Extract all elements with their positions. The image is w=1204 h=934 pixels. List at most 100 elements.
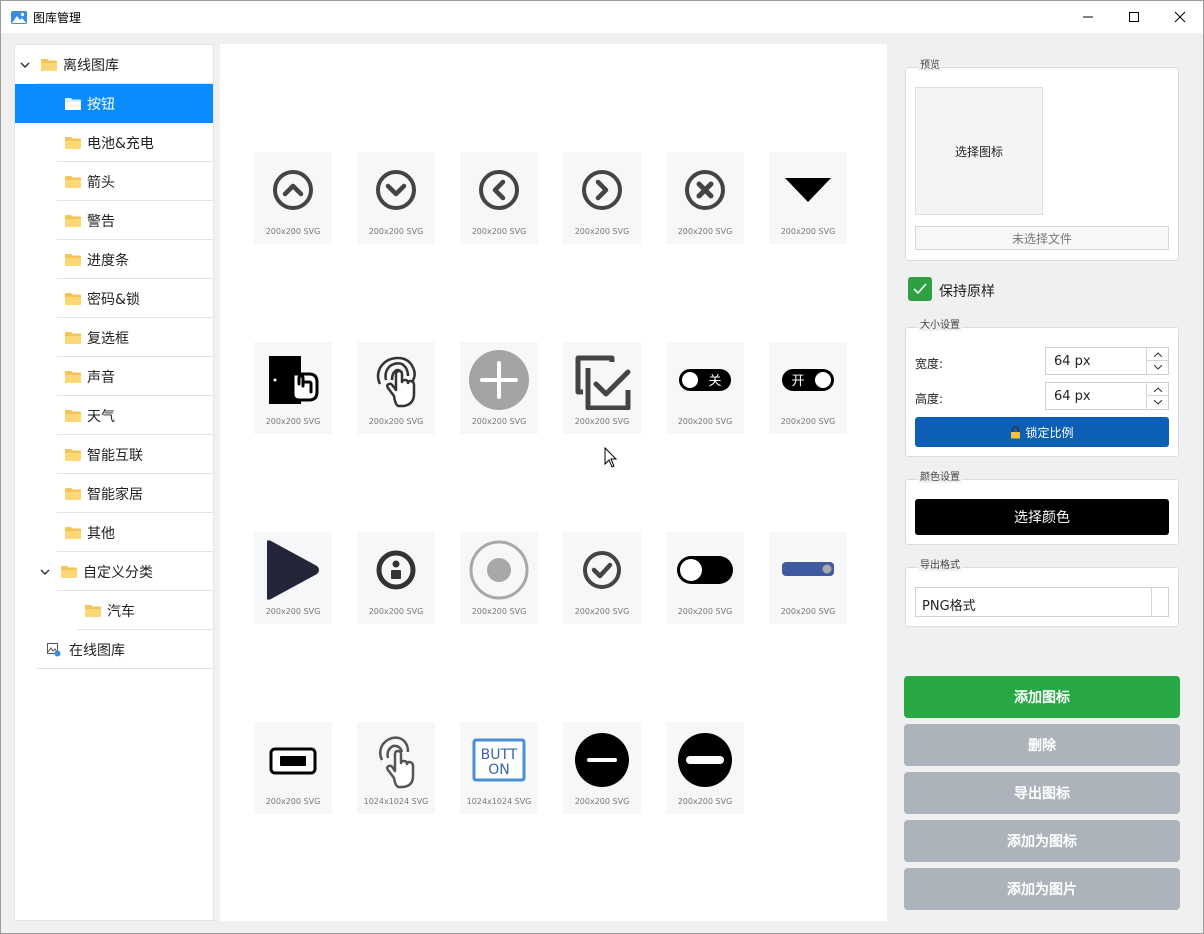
minimize-icon (1083, 16, 1093, 18)
rect-button-icon (269, 747, 317, 775)
tree-item-car[interactable]: 汽车 (15, 591, 213, 630)
info-circle-icon (376, 550, 416, 590)
keep-original-checkbox[interactable] (908, 277, 932, 301)
chevron-down-icon[interactable] (39, 566, 51, 578)
tree-item-sound[interactable]: 声音 (15, 357, 213, 396)
icon-tile[interactable]: 200x200 SVG (563, 532, 641, 624)
tree-item-offline-gallery[interactable]: 离线图库 (15, 45, 213, 84)
lock-ratio-button[interactable]: 锁定比例 (915, 417, 1169, 447)
tree-item-label: 密码&锁 (87, 291, 140, 308)
icon-tile[interactable]: 200x200 SVG (254, 722, 332, 814)
icon-tile[interactable]: 200x200 SVG (460, 152, 538, 244)
folder-icon (65, 488, 81, 500)
delete-button[interactable]: 删除 (904, 724, 1180, 766)
minus-circle-icon (575, 733, 629, 787)
icon-caption: 200x200 SVG (265, 797, 321, 806)
tree-item-buttons[interactable]: 按钮 (15, 84, 213, 123)
close-button[interactable] (1157, 1, 1203, 33)
icon-tile[interactable]: 200x200 SVG (254, 342, 332, 434)
dropdown-arrow[interactable] (1151, 588, 1168, 616)
tree-item-label: 复选框 (87, 330, 129, 347)
height-spinbox[interactable]: 64 px (1045, 382, 1169, 410)
icon-caption: 200x200 SVG (574, 797, 630, 806)
icon-tile[interactable]: 200x200 SVG (254, 532, 332, 624)
preview-select-icon-area[interactable]: 选择图标 (915, 87, 1043, 215)
icon-tile[interactable]: 200x200 SVG (769, 532, 847, 624)
tree-item-custom-category[interactable]: 自定义分类 (15, 552, 213, 591)
icon-tile[interactable]: 1024x1024 SVG (357, 722, 435, 814)
tree-item-smart-connect[interactable]: 智能互联 (15, 435, 213, 474)
add-as-icon-button[interactable]: 添加为图标 (904, 820, 1180, 862)
plus-circle-icon (469, 350, 529, 410)
export-format-select[interactable]: PNG格式 (915, 587, 1169, 617)
export-icon-button[interactable]: 导出图标 (904, 772, 1180, 814)
add-as-image-button[interactable]: 添加为图片 (904, 868, 1180, 910)
icon-tile[interactable]: 200x200 SVG (460, 342, 538, 434)
text-button-icon: BUTTON (472, 738, 526, 782)
width-increment[interactable] (1147, 348, 1168, 361)
icon-caption: 200x200 SVG (368, 417, 424, 426)
tree-item-warnings[interactable]: 警告 (15, 201, 213, 240)
tree-item-arrows[interactable]: 箭头 (15, 162, 213, 201)
icon-tile[interactable]: 200x200 SVG (666, 152, 744, 244)
keep-original-label[interactable]: 保持原样 (939, 281, 995, 301)
export-format-title: 导出格式 (918, 556, 962, 571)
tree-item-battery[interactable]: 电池&充电 (15, 123, 213, 162)
tree-item-other[interactable]: 其他 (15, 513, 213, 552)
icon-tile[interactable]: 200x200 SVG (769, 152, 847, 244)
height-decrement[interactable] (1147, 396, 1168, 409)
add-icon-button[interactable]: 添加图标 (904, 676, 1180, 718)
icon-tile[interactable]: 200x200 SVG (254, 152, 332, 244)
icon-tile[interactable]: 200x200 SVG (357, 532, 435, 624)
check-circle-icon (583, 551, 621, 589)
folder-icon (65, 293, 81, 305)
tree-item-progress[interactable]: 进度条 (15, 240, 213, 279)
icon-tile[interactable]: 200x200 SVG (460, 532, 538, 624)
icon-caption: 1024x1024 SVG (466, 797, 532, 806)
folder-icon (65, 137, 81, 149)
tree-item-smart-home[interactable]: 智能家居 (15, 474, 213, 513)
text-button-line2: ON (488, 762, 510, 778)
color-group-title: 颜色设置 (918, 468, 962, 483)
height-increment[interactable] (1147, 383, 1168, 396)
icon-tile[interactable]: 关 200x200 SVG (666, 342, 744, 434)
mouse-cursor-icon (604, 447, 618, 468)
tree-item-checkbox[interactable]: 复选框 (15, 318, 213, 357)
tree-item-weather[interactable]: 天气 (15, 396, 213, 435)
file-status: 未选择文件 (915, 226, 1169, 250)
tree-item-label: 自定义分类 (83, 564, 153, 581)
caret-down-icon (1153, 365, 1162, 370)
toggle-on-text: 开 (791, 374, 804, 389)
folder-icon (65, 332, 81, 344)
tree-item-online-gallery[interactable]: 在线图库 (15, 630, 213, 669)
category-tree: 离线图库 按钮 电池&充电 箭头 警告 进度条 密码&锁 复选框 声音 天气 智… (14, 44, 214, 921)
icon-tile[interactable]: 200x200 SVG (357, 152, 435, 244)
width-decrement[interactable] (1147, 361, 1168, 374)
radio-button-icon (469, 540, 529, 600)
icon-tile[interactable]: 200x200 SVG (563, 722, 641, 814)
maximize-icon (1129, 12, 1139, 22)
width-spinbox[interactable]: 64 px (1045, 347, 1169, 375)
icon-tile[interactable]: 开 200x200 SVG (769, 342, 847, 434)
maximize-button[interactable] (1111, 1, 1157, 33)
icon-tile[interactable]: 200x200 SVG (357, 342, 435, 434)
folder-icon (65, 410, 81, 422)
tree-item-label: 天气 (87, 408, 115, 425)
icon-tile[interactable]: 200x200 SVG (666, 532, 744, 624)
tree-item-label: 其他 (87, 525, 115, 542)
icon-tile[interactable]: 200x200 SVG (666, 722, 744, 814)
choose-color-button[interactable]: 选择颜色 (915, 499, 1169, 535)
icon-caption: 200x200 SVG (574, 227, 630, 236)
icon-tile[interactable]: BUTT ON 1024x1024 SVG (460, 722, 538, 814)
icon-tile[interactable]: 200x200 SVG (563, 152, 641, 244)
tree-item-password-lock[interactable]: 密码&锁 (15, 279, 213, 318)
folder-icon (85, 605, 101, 617)
minimize-button[interactable] (1065, 1, 1111, 33)
folder-icon (65, 449, 81, 461)
slider-bar-icon (782, 562, 834, 576)
icon-caption: 200x200 SVG (471, 227, 527, 236)
icon-caption: 200x200 SVG (677, 227, 733, 236)
chevron-down-icon[interactable] (19, 59, 31, 71)
height-value: 64 px (1054, 389, 1091, 404)
icon-tile[interactable]: 200x200 SVG (563, 342, 641, 434)
